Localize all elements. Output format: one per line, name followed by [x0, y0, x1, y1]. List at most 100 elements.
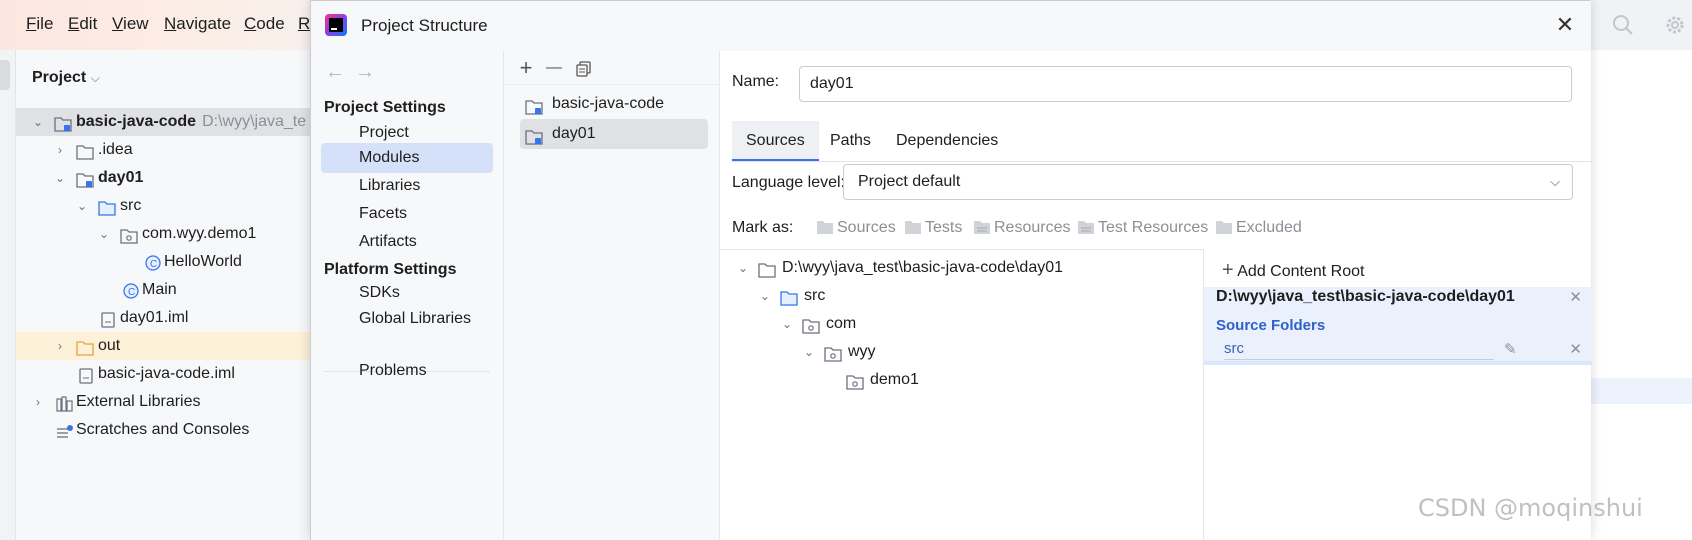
tree-row-scratches[interactable]: Scratches and Consoles: [16, 416, 310, 444]
content-tree-wyy[interactable]: ⌄ wyy: [804, 338, 1004, 366]
search-icon[interactable]: [1612, 14, 1634, 36]
edit-pencil-icon[interactable]: ✎: [1504, 340, 1517, 358]
scratches-icon: [56, 422, 74, 450]
chevron-down-icon[interactable]: ⌄: [804, 338, 818, 366]
module-item-day01[interactable]: day01: [520, 119, 708, 149]
module-item-basic-java-code[interactable]: basic-java-code: [520, 89, 708, 119]
close-icon[interactable]: ✕: [1553, 13, 1577, 37]
add-icon: +: [1222, 259, 1234, 281]
nav-item-global-libraries[interactable]: Global Libraries: [321, 304, 493, 334]
chevron-down-icon[interactable]: ⌄: [760, 282, 774, 310]
chevron-down-icon[interactable]: ⌄: [52, 164, 68, 192]
project-settings-header: Project Settings: [324, 99, 446, 116]
chevron-down-icon: ⌵: [90, 71, 100, 85]
tree-label: basic-java-code: [76, 113, 197, 130]
tree-row-helloworld[interactable]: C HelloWorld: [16, 248, 310, 276]
mark-tests-button[interactable]: Tests: [904, 219, 962, 237]
tool-window-strip: [0, 50, 16, 540]
tabs-divider: [732, 161, 1592, 162]
content-tree-demo1[interactable]: demo1: [826, 366, 1026, 394]
name-label: Name:: [732, 73, 780, 90]
tree-label: out: [98, 337, 121, 354]
menu-file[interactable]: File: [26, 14, 53, 34]
add-icon[interactable]: +: [514, 56, 538, 80]
source-folder-item[interactable]: src: [1224, 340, 1494, 360]
menu-refactor[interactable]: R: [298, 14, 310, 34]
tree-path: D:\wyy\java_te: [202, 113, 307, 130]
tab-dependencies[interactable]: Dependencies: [882, 121, 1012, 161]
mark-excluded-button[interactable]: Excluded: [1215, 219, 1302, 237]
chevron-down-icon[interactable]: ⌄: [738, 254, 752, 282]
chevron-right-icon[interactable]: ›: [30, 388, 46, 416]
chevron-down-icon[interactable]: ⌄: [782, 310, 796, 338]
mark-resources-button[interactable]: Resources: [973, 219, 1070, 237]
source-folders-title: Source Folders: [1216, 317, 1326, 334]
forward-arrow-icon[interactable]: →: [355, 61, 375, 84]
module-label: basic-java-code: [552, 95, 665, 112]
content-tree-root[interactable]: ⌄ D:\wyy\java_test\basic-java-code\day01: [738, 254, 1198, 282]
watermark: CSDN @moqinshui: [1418, 494, 1643, 522]
project-tool-button[interactable]: [0, 60, 10, 90]
back-arrow-icon[interactable]: ←: [325, 61, 345, 84]
tree-label: Scratches and Consoles: [76, 421, 250, 438]
nav-item-artifacts[interactable]: Artifacts: [321, 227, 493, 257]
chevron-down-icon[interactable]: ⌄: [96, 220, 112, 248]
nav-item-problems[interactable]: Problems: [321, 356, 493, 386]
mark-sources-button[interactable]: Sources: [816, 219, 896, 237]
content-tree-com[interactable]: ⌄ com: [782, 310, 982, 338]
remove-icon[interactable]: —: [542, 56, 566, 80]
editor-highlight-line: [1590, 378, 1692, 404]
copy-icon[interactable]: [572, 56, 596, 80]
chevron-down-icon: ⌵: [1550, 174, 1560, 189]
menu-view[interactable]: View: [112, 14, 149, 34]
tab-sources[interactable]: Sources: [732, 121, 819, 161]
dialog-title: Project Structure: [361, 16, 488, 35]
tree-row-main[interactable]: C Main: [16, 276, 310, 304]
nav-item-facets[interactable]: Facets: [321, 199, 493, 229]
project-panel-title[interactable]: Project ⌵: [32, 69, 100, 87]
mark-test-resources-button[interactable]: Test Resources: [1077, 219, 1208, 237]
tree-label: day01: [98, 169, 144, 186]
modules-pane: + — basic-java-code day01: [504, 51, 720, 540]
menu-navigate[interactable]: Navigate: [164, 14, 231, 34]
tree-row-package[interactable]: ⌄ com.wyy.demo1: [16, 220, 310, 248]
nav-item-libraries[interactable]: Libraries: [321, 171, 493, 201]
tree-row-out[interactable]: › out: [16, 332, 310, 360]
tree-label: src: [120, 197, 142, 214]
nav-item-modules[interactable]: Modules: [321, 143, 493, 173]
tree-row-day01-iml[interactable]: day01.iml: [16, 304, 310, 332]
settings-gear-icon[interactable]: [1664, 14, 1686, 36]
tree-label: day01.iml: [120, 309, 189, 326]
menu-code[interactable]: Code: [244, 14, 285, 34]
tree-row-day01[interactable]: ⌄ day01: [16, 164, 310, 192]
language-level-select[interactable]: Project default ⌵: [843, 164, 1573, 200]
tree-row-external-libraries[interactable]: › External Libraries: [16, 388, 310, 416]
svg-text:C: C: [150, 259, 157, 270]
remove-source-folder-icon[interactable]: ✕: [1569, 340, 1582, 358]
tree-label: D:\wyy\java_test\basic-java-code\day01: [782, 259, 1064, 276]
folder-icon: [817, 221, 833, 235]
chevron-down-icon[interactable]: ⌄: [30, 108, 46, 136]
tree-row-idea[interactable]: › .idea: [16, 136, 310, 164]
tab-paths[interactable]: Paths: [816, 121, 885, 161]
folder-icon: [905, 221, 921, 235]
remove-root-icon[interactable]: ✕: [1569, 288, 1582, 306]
package-icon: [846, 372, 864, 400]
module-name-input[interactable]: [799, 66, 1572, 102]
content-root-header: D:\wyy\java_test\basic-java-code\day01 ✕: [1204, 287, 1592, 309]
tree-label: HelloWorld: [164, 253, 242, 270]
content-root-body: Source Folders src ✎ ✕: [1204, 309, 1592, 365]
tree-row-src[interactable]: ⌄ src: [16, 192, 310, 220]
chevron-right-icon[interactable]: ›: [52, 332, 68, 360]
tree-row-basic-java-code[interactable]: ⌄ basic-java-code D:\wyy\java_te: [16, 108, 310, 136]
chevron-down-icon[interactable]: ⌄: [74, 192, 90, 220]
menu-edit[interactable]: Edit: [68, 14, 97, 34]
tree-row-basic-iml[interactable]: basic-java-code.iml: [16, 360, 310, 388]
content-tree-src[interactable]: ⌄ src: [760, 282, 960, 310]
settings-nav: ← → Project Settings Project Modules Lib…: [311, 51, 504, 540]
chevron-right-icon[interactable]: ›: [52, 136, 68, 164]
tree-label: com: [826, 315, 857, 332]
intellij-logo-icon: [325, 14, 347, 40]
add-content-root-button[interactable]: + Add Content Root: [1222, 259, 1364, 282]
svg-text:C: C: [128, 287, 135, 298]
